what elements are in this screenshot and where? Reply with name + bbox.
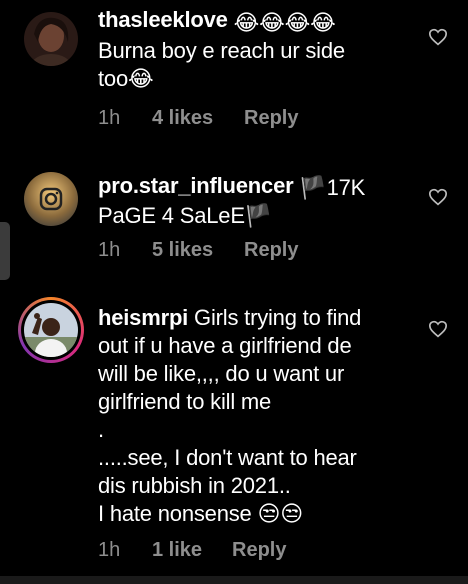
laughing-emoji-icon: 😂😂😂😂 (233, 10, 336, 35)
comment-body-line: will be like,,,, do u want ur (98, 361, 345, 386)
comment-likes[interactable]: 4 likes (152, 107, 244, 130)
comment-body-line: dis rubbish in 2021.. (98, 473, 291, 498)
bottom-bar (0, 576, 468, 584)
comment-meta: 1h 1 like Reply (98, 539, 286, 562)
reply-button[interactable]: Reply (244, 107, 298, 130)
comment-body-line: Burna boy e reach ur side (98, 38, 345, 63)
comment-text: heismrpi Girls trying to find out if u h… (98, 304, 408, 528)
comment-body-line: Girls trying to find (194, 305, 362, 330)
comment-body-line: I hate nonsense 😒😒 (98, 501, 303, 526)
comment-meta: 1h 5 likes Reply (98, 239, 298, 262)
comment-text: pro.star_influencer 🏴17K PaGE 4 SaLeE🏴 (98, 172, 398, 230)
comment-body-line: girlfriend to kill me (98, 389, 272, 414)
avatar[interactable] (24, 12, 78, 66)
comment-likes[interactable]: 5 likes (152, 239, 244, 262)
black-flag-icon: 🏴17K (299, 175, 366, 200)
comment-text: thasleeklove 😂😂😂😂 Burna boy e reach ur s… (98, 6, 398, 93)
heart-outline-icon[interactable] (428, 28, 448, 46)
comment-time: 1h (98, 107, 121, 129)
reply-button[interactable]: Reply (232, 539, 286, 562)
avatar[interactable] (24, 303, 78, 357)
heart-outline-icon[interactable] (428, 188, 448, 206)
comment-time: 1h (98, 539, 121, 561)
comment-body-line: too😂 (98, 66, 154, 91)
comment-username[interactable]: pro.star_influencer (98, 173, 294, 198)
comment-body-line: .....see, I don't want to hear (98, 445, 357, 470)
comment-meta: 1h 4 likes Reply (98, 107, 298, 130)
heart-outline-icon[interactable] (428, 320, 448, 338)
comment-body-line: out if u have a girlfriend de (98, 333, 352, 358)
comment-body-line: . (98, 417, 104, 442)
comment-username[interactable]: thasleeklove (98, 7, 228, 32)
comment-username[interactable]: heismrpi (98, 305, 188, 330)
comment-likes[interactable]: 1 like (152, 539, 232, 562)
avatar[interactable] (24, 172, 78, 226)
comment-time: 1h (98, 239, 121, 261)
comment-body-line: PaGE 4 SaLeE🏴 (98, 203, 273, 228)
reply-button[interactable]: Reply (244, 239, 298, 262)
scroll-indicator[interactable] (0, 222, 10, 280)
